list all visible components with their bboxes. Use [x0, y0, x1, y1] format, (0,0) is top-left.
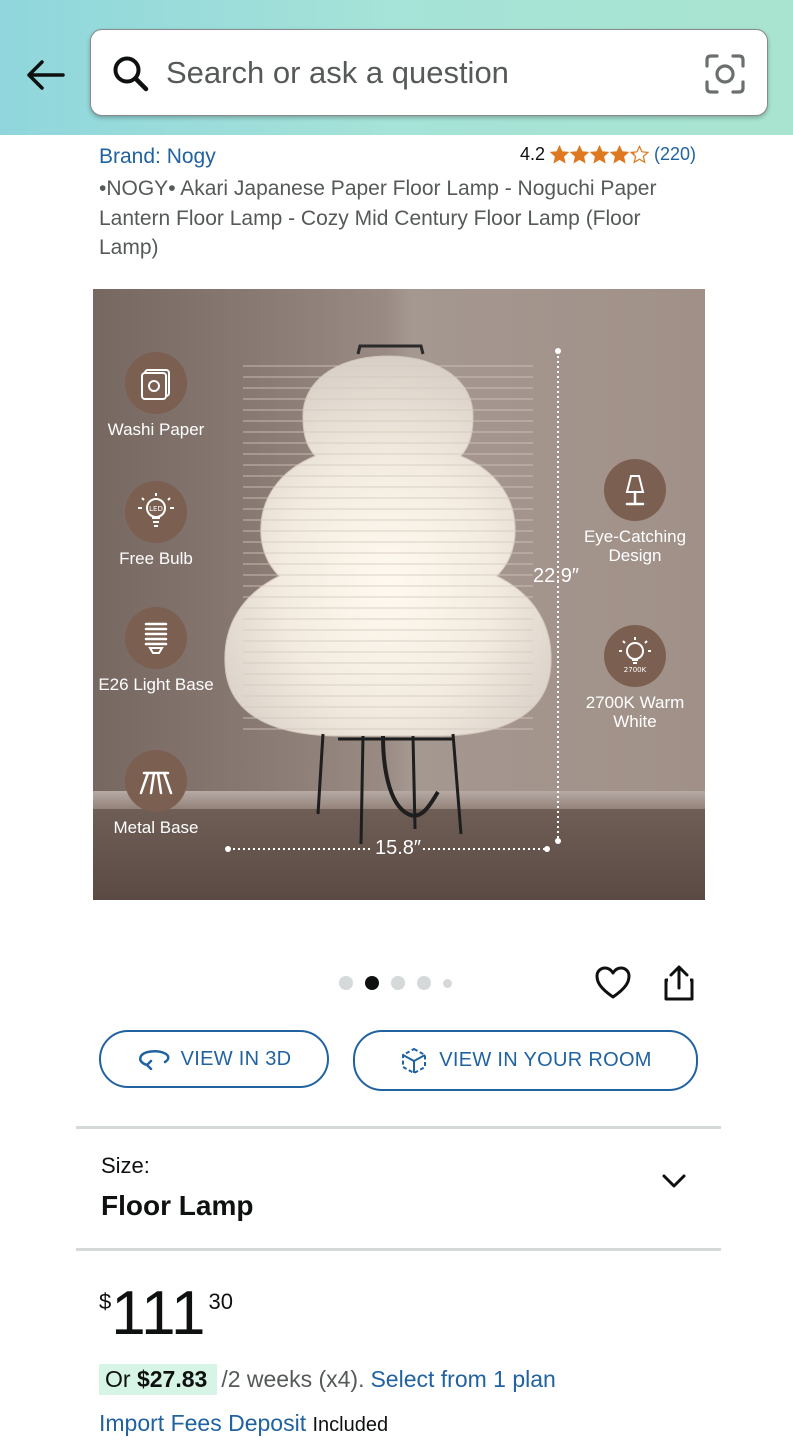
search-bar[interactable] [90, 29, 768, 116]
view-in-your-room-button[interactable]: VIEW IN YOUR ROOM [353, 1030, 698, 1091]
washi-paper-icon [125, 352, 187, 414]
import-fees: Import Fees Deposit Included [99, 1410, 388, 1437]
feature-label: Metal Base [113, 818, 199, 837]
share-button[interactable] [660, 964, 698, 1002]
svg-text:LED: LED [149, 505, 163, 513]
star-icon [610, 145, 630, 164]
ar-cube-icon [402, 1047, 427, 1074]
carousel-dot-active[interactable] [365, 976, 379, 990]
feature-e26-base: E26 Light Base [93, 607, 221, 694]
rating-summary[interactable]: 4.2 (220) [520, 144, 696, 165]
chevron-down-icon[interactable] [658, 1166, 690, 1198]
size-selector[interactable] [76, 1130, 721, 1248]
price-symbol: $ [99, 1289, 112, 1314]
carousel-indicator[interactable] [339, 976, 452, 990]
product-image[interactable]: 22.9″ 15.8″ Washi Paper LED Free Bulb E2… [93, 289, 705, 900]
installment-prefix: Or [105, 1366, 137, 1392]
carousel-dot[interactable] [443, 978, 452, 988]
wishlist-button[interactable] [594, 964, 632, 1002]
feature-label: Washi Paper [107, 420, 205, 439]
price-whole: 111 [111, 1279, 206, 1348]
feature-label: Eye-Catching Design [583, 527, 687, 565]
carousel-dot[interactable] [339, 976, 353, 990]
star-icon [570, 145, 590, 164]
feature-metal-base: Metal Base [93, 750, 221, 837]
rating-count[interactable]: (220) [654, 144, 696, 165]
led-bulb-icon: LED [125, 481, 187, 543]
rating-value: 4.2 [520, 144, 546, 164]
camera-lens-icon[interactable] [703, 52, 747, 96]
star-icon [630, 145, 650, 164]
share-icon [664, 965, 694, 1001]
size-label: Size: [101, 1153, 150, 1178]
select-plan-link[interactable]: Select from 1 plan [370, 1366, 555, 1393]
heart-icon [595, 966, 631, 999]
carousel-dot[interactable] [391, 976, 405, 990]
installment-offer: Or $27.83 /2 weeks (x4). Select from 1 p… [99, 1364, 556, 1395]
divider [76, 1248, 721, 1251]
search-icon [113, 56, 149, 92]
feature-label: Free Bulb [119, 549, 193, 568]
star-icon [550, 145, 570, 164]
feature-free-bulb: LED Free Bulb [93, 481, 221, 568]
star-icon [590, 145, 610, 164]
e26-base-icon [125, 607, 187, 669]
header-bar [0, 0, 793, 135]
back-arrow-icon [27, 60, 65, 90]
feature-label: E26 Light Base [98, 675, 214, 694]
view-in-your-room-label: VIEW IN YOUR ROOM [439, 1049, 652, 1071]
metal-base-icon [125, 750, 187, 812]
brand-link[interactable]: Brand: Nogy [99, 145, 216, 169]
feature-warm-white: 2700K 2700K Warm White [570, 625, 700, 731]
warm-bulb-icon: 2700K [604, 625, 666, 687]
feature-eye-catching: Eye-Catching Design [570, 459, 700, 565]
import-fees-status: Included [312, 1414, 389, 1436]
view-in-3d-label: VIEW IN 3D [180, 1047, 292, 1070]
installment-highlight: Or $27.83 [99, 1364, 218, 1395]
import-fees-link[interactable]: Import Fees Deposit [99, 1410, 306, 1436]
back-button[interactable] [22, 52, 68, 98]
view-in-3d-button[interactable]: VIEW IN 3D [99, 1030, 329, 1088]
bulb-badge-text: 2700K [624, 666, 647, 674]
feature-label: 2700K Warm White [585, 693, 685, 731]
feature-washi-paper: Washi Paper [93, 352, 221, 439]
installment-amount: $27.83 [136, 1366, 208, 1392]
price: $ 111 30 [99, 1283, 233, 1345]
rating-stars [550, 145, 650, 164]
carousel-dot[interactable] [417, 976, 431, 990]
height-dimension-label: 22.9″ [533, 565, 580, 587]
width-dimension-label: 15.8″ [375, 837, 422, 859]
divider [76, 1126, 721, 1129]
product-title: •NOGY• Akari Japanese Paper Floor Lamp -… [99, 177, 657, 259]
size-value: Floor Lamp [101, 1190, 254, 1221]
installment-terms: /2 weeks (x4). [221, 1366, 365, 1392]
search-input[interactable] [166, 48, 686, 98]
rotate-3d-icon [138, 1050, 170, 1070]
table-lamp-icon [604, 459, 666, 521]
price-fraction: 30 [208, 1289, 233, 1314]
